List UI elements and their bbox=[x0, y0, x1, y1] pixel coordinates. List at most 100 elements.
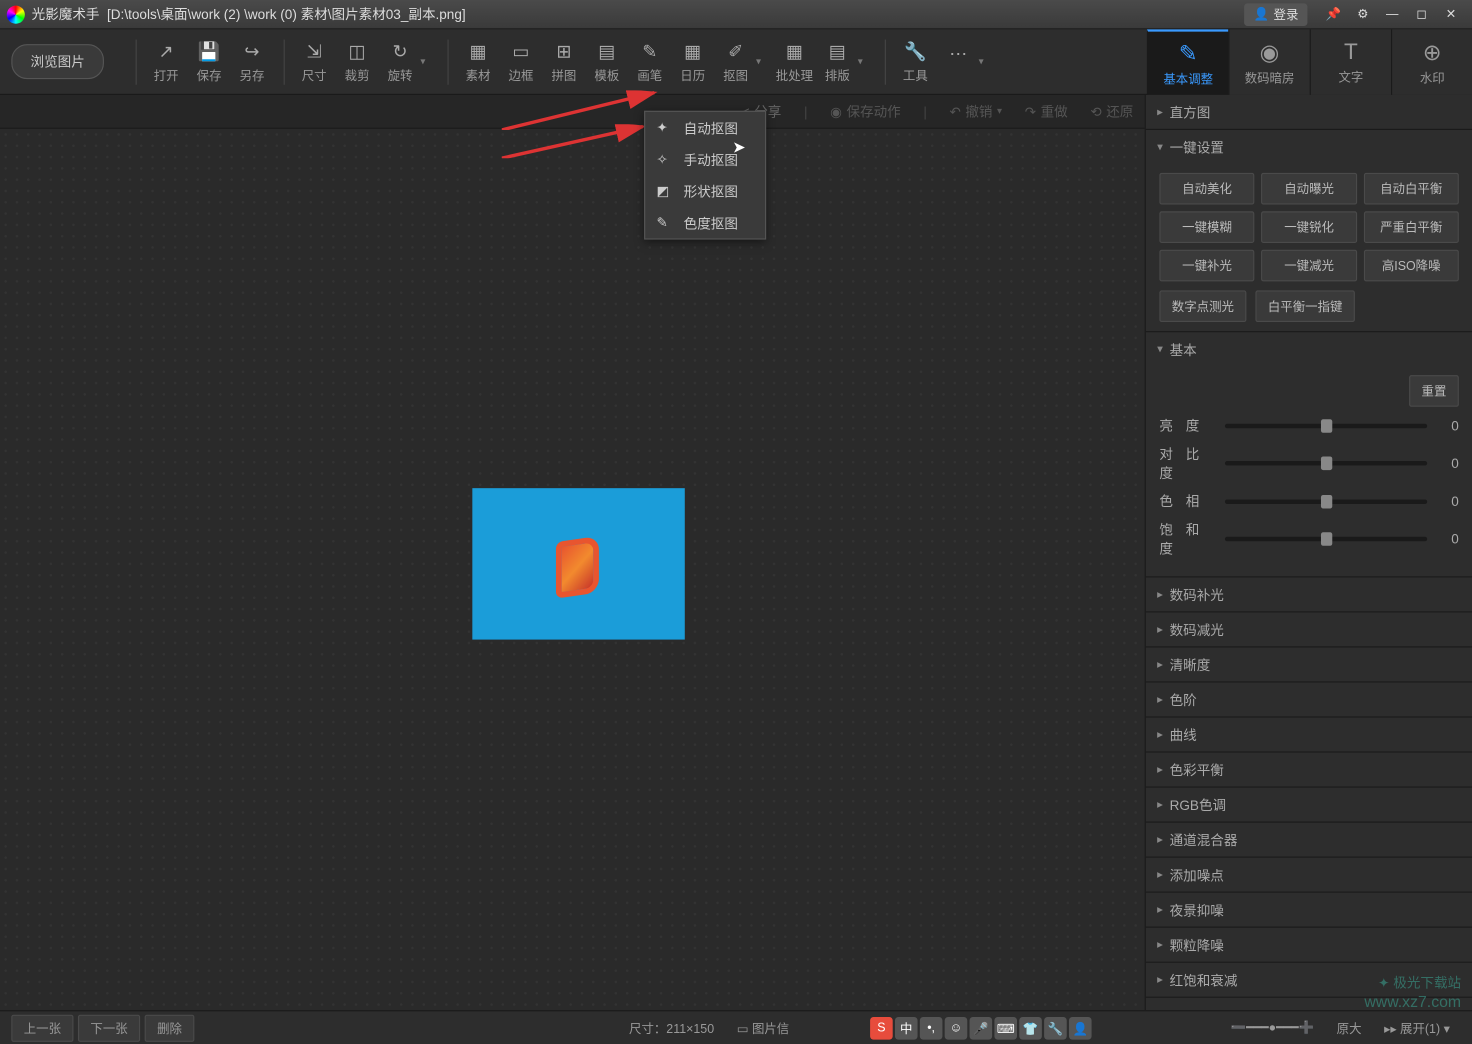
slider-track[interactable] bbox=[1225, 499, 1427, 504]
next-button[interactable]: 下一张 bbox=[78, 1014, 140, 1041]
ime-emoji-icon[interactable]: ☺ bbox=[945, 1017, 968, 1040]
ime-zh-icon[interactable]: 中 bbox=[895, 1017, 918, 1040]
tool-layout[interactable]: ▤排版 bbox=[817, 39, 858, 84]
section-curves[interactable]: ▸曲线 bbox=[1146, 718, 1472, 752]
tool-save[interactable]: 💾保存 bbox=[189, 39, 230, 84]
tool-saveas[interactable]: ↪另存 bbox=[232, 39, 273, 84]
restore-button[interactable]: ⟲还原 bbox=[1090, 102, 1133, 121]
tool-collage[interactable]: ⊞拼图 bbox=[544, 39, 585, 84]
tool-tools[interactable]: 🔧工具 bbox=[895, 39, 936, 84]
btn-oneclick-blur[interactable]: 一键模糊 bbox=[1159, 211, 1254, 243]
tab-darkroom[interactable]: ◉数码暗房 bbox=[1228, 29, 1309, 95]
browse-button[interactable]: 浏览图片 bbox=[11, 44, 104, 79]
section-rgb-tone[interactable]: ▸RGB色调 bbox=[1146, 788, 1472, 822]
btn-fill-light[interactable]: 一键补光 bbox=[1159, 250, 1254, 282]
section-grain-denoise[interactable]: ▸颗粒降噪 bbox=[1146, 928, 1472, 962]
tool-template[interactable]: ▤模板 bbox=[586, 39, 627, 84]
chevron-down-icon: ▾ bbox=[1157, 343, 1163, 355]
slider-track[interactable] bbox=[1225, 537, 1427, 542]
section-night-denoise[interactable]: ▸夜景抑噪 bbox=[1146, 893, 1472, 927]
section-digital-fill[interactable]: ▸数码补光 bbox=[1146, 577, 1472, 611]
section-red-sat-decay[interactable]: ▸红饱和衰减 bbox=[1146, 963, 1472, 997]
tool-rotate[interactable]: ↻旋转 bbox=[380, 39, 421, 84]
expand-toggle[interactable]: ▸▸ 展开(1) ▾ bbox=[1384, 1019, 1450, 1037]
more-dropdown[interactable]: ▾ bbox=[979, 55, 990, 67]
btn-severe-wb[interactable]: 严重白平衡 bbox=[1364, 211, 1459, 243]
close-button[interactable]: ✕ bbox=[1436, 4, 1465, 24]
maximize-button[interactable]: ◻ bbox=[1407, 4, 1436, 24]
section-histogram[interactable]: ▸直方图 bbox=[1146, 95, 1472, 129]
section-digital-reduce[interactable]: ▸数码减光 bbox=[1146, 612, 1472, 646]
section-levels[interactable]: ▸色阶 bbox=[1146, 683, 1472, 717]
tool-more[interactable]: ⋯ bbox=[938, 41, 979, 82]
ime-keyboard-icon[interactable]: ⌨ bbox=[994, 1017, 1017, 1040]
delete-button[interactable]: 删除 bbox=[145, 1014, 195, 1041]
settings-button[interactable]: ⚙ bbox=[1348, 4, 1377, 24]
undo-button[interactable]: ↶撤销▾ bbox=[949, 102, 1002, 121]
slider-thumb[interactable] bbox=[1320, 494, 1331, 508]
slider-track[interactable] bbox=[1225, 461, 1427, 466]
btn-auto-exposure[interactable]: 自动曝光 bbox=[1261, 173, 1356, 205]
section-oneclick[interactable]: ▾一键设置 bbox=[1146, 130, 1472, 164]
ime-tool-icon[interactable]: 🔧 bbox=[1044, 1017, 1067, 1040]
chevron-right-icon: ▸ bbox=[1157, 588, 1163, 600]
ime-s-icon[interactable]: S bbox=[870, 1017, 893, 1040]
section-add-noise[interactable]: ▸添加噪点 bbox=[1146, 858, 1472, 892]
btn-auto-whitebalance[interactable]: 自动白平衡 bbox=[1364, 173, 1459, 205]
btn-wb-onekey[interactable]: 白平衡一指键 bbox=[1255, 290, 1354, 322]
redo-button[interactable]: ↷重做 bbox=[1025, 102, 1068, 121]
ime-mic-icon[interactable]: 🎤 bbox=[970, 1017, 993, 1040]
tool-crop[interactable]: ◫裁剪 bbox=[337, 39, 378, 84]
tool-calendar[interactable]: ▦日历 bbox=[672, 39, 713, 84]
tab-basic-adjust[interactable]: ✎基本调整 bbox=[1147, 29, 1228, 95]
slider-thumb[interactable] bbox=[1320, 419, 1331, 433]
original-size[interactable]: 原大 bbox=[1337, 1019, 1362, 1037]
menu-shape-cutout[interactable]: ◩形状抠图 bbox=[645, 175, 765, 207]
login-button[interactable]: 👤 登录 bbox=[1244, 3, 1307, 26]
minimize-button[interactable]: — bbox=[1377, 4, 1406, 24]
ime-user-icon[interactable]: 👤 bbox=[1069, 1017, 1092, 1040]
tool-size[interactable]: ⇲尺寸 bbox=[294, 39, 335, 84]
btn-high-iso[interactable]: 高ISO降噪 bbox=[1364, 250, 1459, 282]
ime-punct-icon[interactable]: •, bbox=[920, 1017, 943, 1040]
tool-material[interactable]: ▦素材 bbox=[458, 39, 499, 84]
rotate-dropdown[interactable]: ▾ bbox=[420, 55, 431, 67]
section-color-balance[interactable]: ▸色彩平衡 bbox=[1146, 753, 1472, 787]
section-basic[interactable]: ▾基本 bbox=[1146, 332, 1472, 366]
ime-skin-icon[interactable]: 👕 bbox=[1019, 1017, 1042, 1040]
pin-button[interactable]: 📌 bbox=[1319, 4, 1348, 24]
menu-chroma-cutout[interactable]: ✎色度抠图 bbox=[645, 207, 765, 239]
save-action-button[interactable]: ◉保存动作 bbox=[830, 102, 901, 121]
canvas[interactable] bbox=[0, 129, 1145, 1010]
image-preview[interactable] bbox=[472, 488, 684, 639]
btn-auto-beautify[interactable]: 自动美化 bbox=[1159, 173, 1254, 205]
section-channel-mixer[interactable]: ▸通道混合器 bbox=[1146, 823, 1472, 857]
tool-brush[interactable]: ✎画笔 bbox=[629, 39, 670, 84]
menu-manual-cutout[interactable]: ✧手动抠图 bbox=[645, 144, 765, 176]
btn-spot-meter[interactable]: 数字点测光 bbox=[1159, 290, 1246, 322]
tool-cutout[interactable]: ✐抠图 bbox=[715, 39, 756, 84]
slider-thumb[interactable] bbox=[1320, 532, 1331, 546]
btn-oneclick-sharpen[interactable]: 一键锐化 bbox=[1261, 211, 1356, 243]
cutout-dropdown[interactable]: ▾ bbox=[756, 55, 767, 67]
menu-auto-cutout[interactable]: ✦自动抠图 bbox=[645, 112, 765, 144]
section-clarity[interactable]: ▸清晰度 bbox=[1146, 647, 1472, 681]
slider-thumb[interactable] bbox=[1320, 457, 1331, 471]
tool-batch[interactable]: ▦批处理 bbox=[774, 39, 815, 84]
layout-dropdown[interactable]: ▾ bbox=[858, 55, 869, 67]
right-panel: ▸直方图 ▾一键设置 自动美化 自动曝光 自动白平衡 一键模糊 一键锐化 严重白… bbox=[1145, 95, 1472, 1010]
prev-button[interactable]: 上一张 bbox=[11, 1014, 73, 1041]
zoom-slider[interactable]: ➖━━━●━━━➕ bbox=[1231, 1020, 1314, 1035]
tool-border[interactable]: ▭边框 bbox=[501, 39, 542, 84]
chevron-right-icon: ▸ bbox=[1157, 658, 1163, 670]
btn-reduce-light[interactable]: 一键减光 bbox=[1261, 250, 1356, 282]
slider-track[interactable] bbox=[1225, 423, 1427, 428]
more-icon: ⋯ bbox=[946, 41, 971, 66]
collage-icon: ⊞ bbox=[551, 39, 576, 64]
image-info[interactable]: ▭ 图片信 bbox=[737, 1019, 789, 1037]
tool-open[interactable]: ↗打开 bbox=[146, 39, 187, 84]
wand-icon: ✦ bbox=[657, 120, 673, 136]
tab-text[interactable]: T文字 bbox=[1310, 29, 1391, 95]
btn-reset[interactable]: 重置 bbox=[1409, 375, 1459, 407]
tab-watermark[interactable]: ⊕水印 bbox=[1391, 29, 1472, 95]
